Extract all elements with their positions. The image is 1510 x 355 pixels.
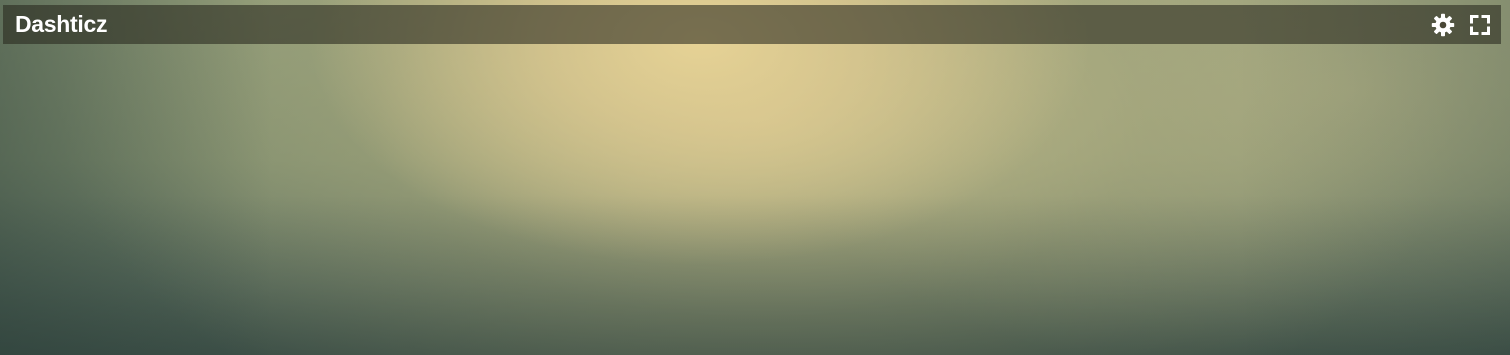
background-vignette: [0, 0, 1510, 355]
fullscreen-icon: [1470, 14, 1490, 35]
header-actions: [1431, 13, 1492, 37]
gear-icon: [1431, 13, 1455, 36]
settings-button[interactable]: [1431, 13, 1455, 37]
fullscreen-button[interactable]: [1468, 13, 1492, 37]
top-bar: Dashticz: [3, 5, 1501, 44]
app-title: Dashticz: [15, 11, 108, 37]
